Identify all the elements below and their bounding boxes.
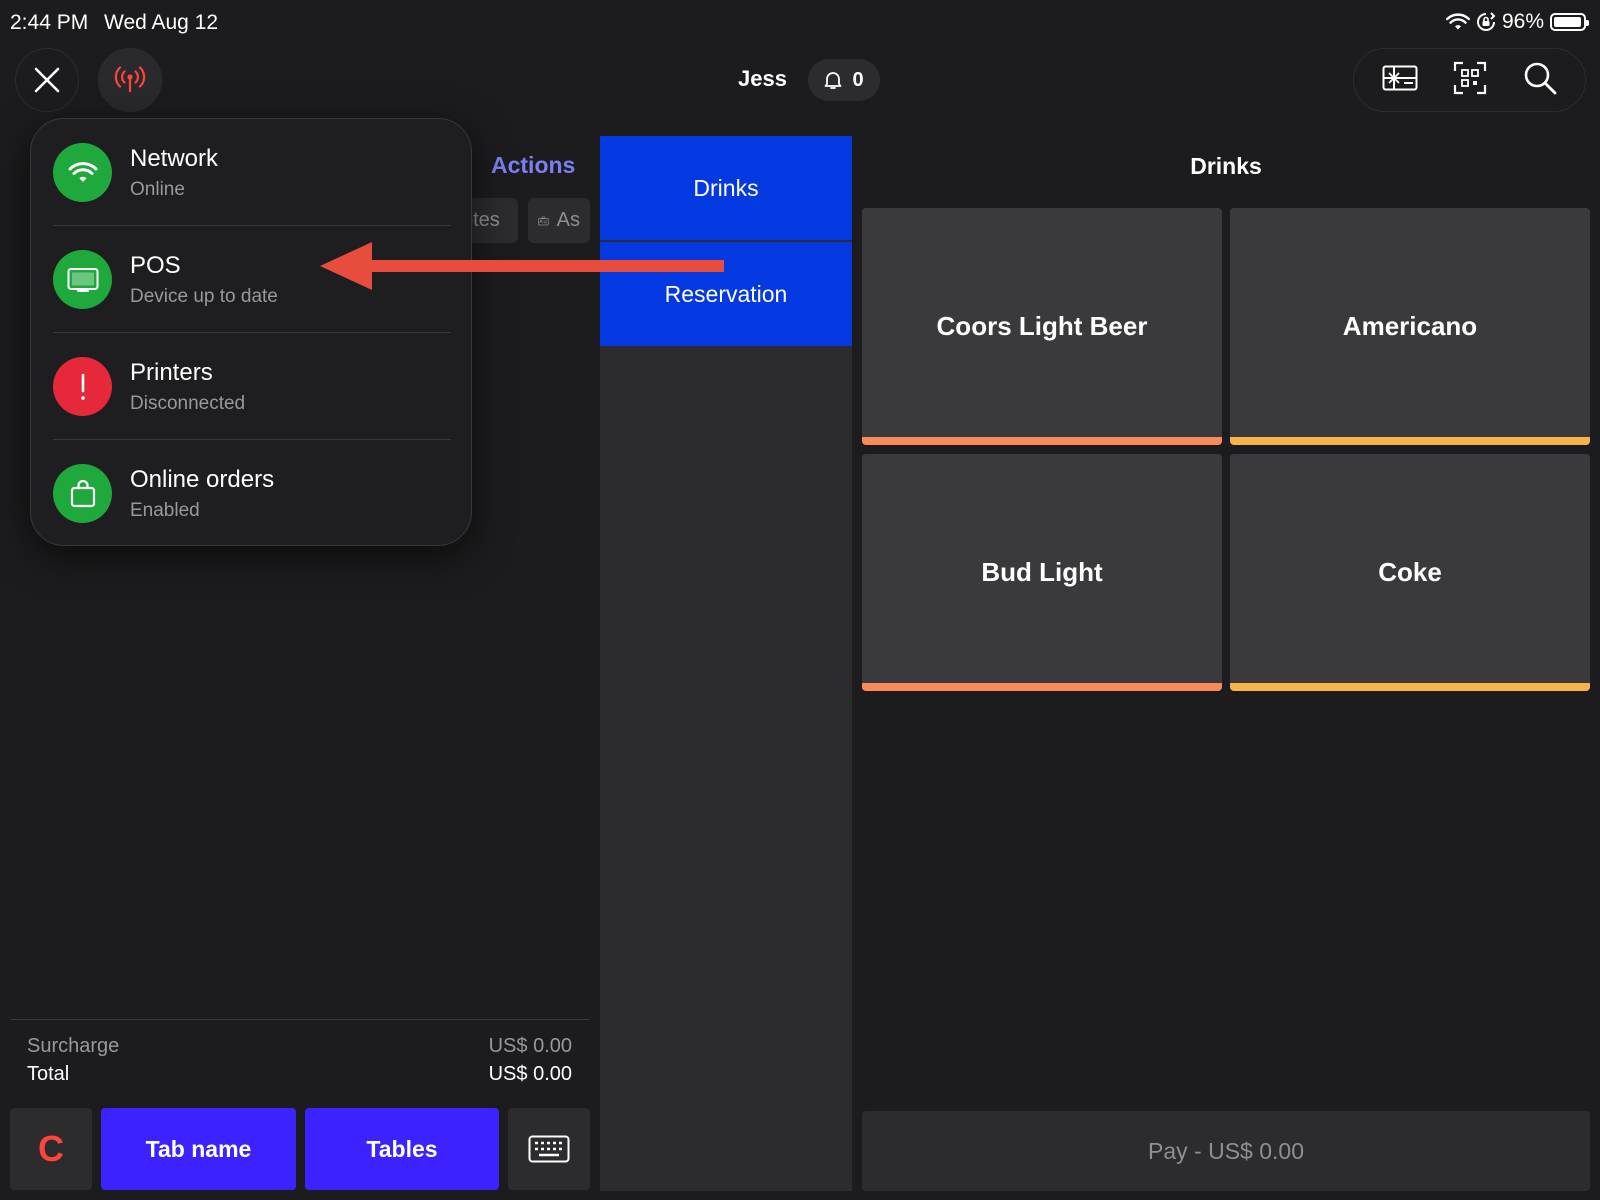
product-color-bar <box>1230 437 1590 445</box>
battery-percent: 96% <box>1501 10 1544 33</box>
status-popover: Network Online POS Device up to date Pri… <box>30 118 472 546</box>
battery-icon <box>1550 13 1589 31</box>
status-icon-bg <box>53 357 112 416</box>
annotation-arrow <box>320 242 724 290</box>
gift-card-icon <box>1382 65 1418 90</box>
orientation-lock-icon <box>1477 12 1496 31</box>
id-card-icon <box>538 216 549 225</box>
status-icon-bg <box>53 464 112 523</box>
close-icon <box>34 67 60 93</box>
status-time: 2:44 PM <box>10 11 89 34</box>
status-title: Network <box>130 144 219 172</box>
keyboard-button[interactable] <box>508 1108 590 1190</box>
notifications-button[interactable]: 0 <box>808 59 880 101</box>
broadcast-icon <box>114 66 146 92</box>
shopping-bag-icon <box>70 479 95 507</box>
product-color-bar <box>862 437 1222 445</box>
wifi-icon <box>1445 13 1470 30</box>
alert-icon <box>80 373 85 400</box>
search-icon <box>1524 62 1557 94</box>
product-tile[interactable]: Bud Light <box>862 454 1222 691</box>
status-indicators: 96% <box>1445 10 1589 34</box>
wifi-icon <box>68 161 97 182</box>
status-text: Printers Disconnected <box>130 359 245 415</box>
product-label: Americano <box>1342 311 1478 341</box>
search-button[interactable] <box>1523 61 1557 100</box>
products-title: Drinks <box>1190 153 1262 179</box>
product-color-bar <box>862 683 1222 691</box>
status-subtitle: Disconnected <box>130 392 246 414</box>
product-tile[interactable]: Americano <box>1230 208 1590 445</box>
monitor-icon <box>67 267 98 292</box>
connection-status-button[interactable] <box>98 48 162 112</box>
surcharge-value: US$ 0.00 <box>488 1035 572 1057</box>
annotation-arrow-head <box>320 242 372 290</box>
gift-card-button[interactable] <box>1382 65 1418 96</box>
product-tile[interactable]: Coors Light Beer <box>862 208 1222 445</box>
tab-actions[interactable]: Actions <box>491 152 575 179</box>
status-item-printers[interactable]: Printers Disconnected <box>53 333 451 440</box>
product-tile[interactable]: Coke <box>1230 454 1590 691</box>
status-title: Printers <box>130 358 213 386</box>
surcharge-label: Surcharge <box>27 1035 120 1057</box>
tables-button[interactable]: Tables <box>305 1108 499 1190</box>
total-label: Total <box>27 1063 70 1085</box>
qr-scan-button[interactable] <box>1453 61 1487 100</box>
status-text: POS Device up to date <box>130 252 278 308</box>
keyboard-icon <box>528 1135 570 1163</box>
status-title: Online orders <box>130 465 275 493</box>
assign-chip[interactable]: As <box>528 198 590 243</box>
status-text: Online orders Enabled <box>130 466 274 522</box>
category-drinks[interactable]: Drinks <box>600 136 852 240</box>
product-label: Coors Light Beer <box>936 311 1148 341</box>
product-color-bar <box>1230 683 1590 691</box>
notification-count: 0 <box>852 68 864 91</box>
status-title: POS <box>130 251 181 279</box>
qr-scan-icon <box>1454 61 1487 94</box>
status-text: Network Online <box>130 145 218 201</box>
status-subtitle: Enabled <box>130 499 200 521</box>
status-date: Wed Aug 12 <box>104 11 219 34</box>
status-subtitle: Online <box>130 178 185 200</box>
user-name[interactable]: Jess <box>738 66 787 92</box>
assign-chip-label: As <box>556 209 580 231</box>
tab-name-button[interactable]: Tab name <box>101 1108 296 1190</box>
status-icon-bg <box>53 143 112 202</box>
clear-button[interactable]: C <box>10 1108 92 1190</box>
totals-divider <box>10 1019 590 1020</box>
product-label: Bud Light <box>981 557 1103 587</box>
total-value: US$ 0.00 <box>488 1063 572 1085</box>
status-icon-bg <box>53 250 112 309</box>
close-button[interactable] <box>15 48 79 112</box>
battery-fill <box>1554 17 1581 27</box>
status-item-online-orders[interactable]: Online orders Enabled <box>53 440 451 547</box>
status-subtitle: Device up to date <box>130 285 278 307</box>
toolbar-group <box>1353 48 1586 112</box>
pay-button[interactable]: Pay - US$ 0.00 <box>862 1111 1590 1191</box>
product-label: Coke <box>1378 557 1442 587</box>
status-item-network[interactable]: Network Online <box>53 119 451 226</box>
bell-icon <box>825 72 842 89</box>
